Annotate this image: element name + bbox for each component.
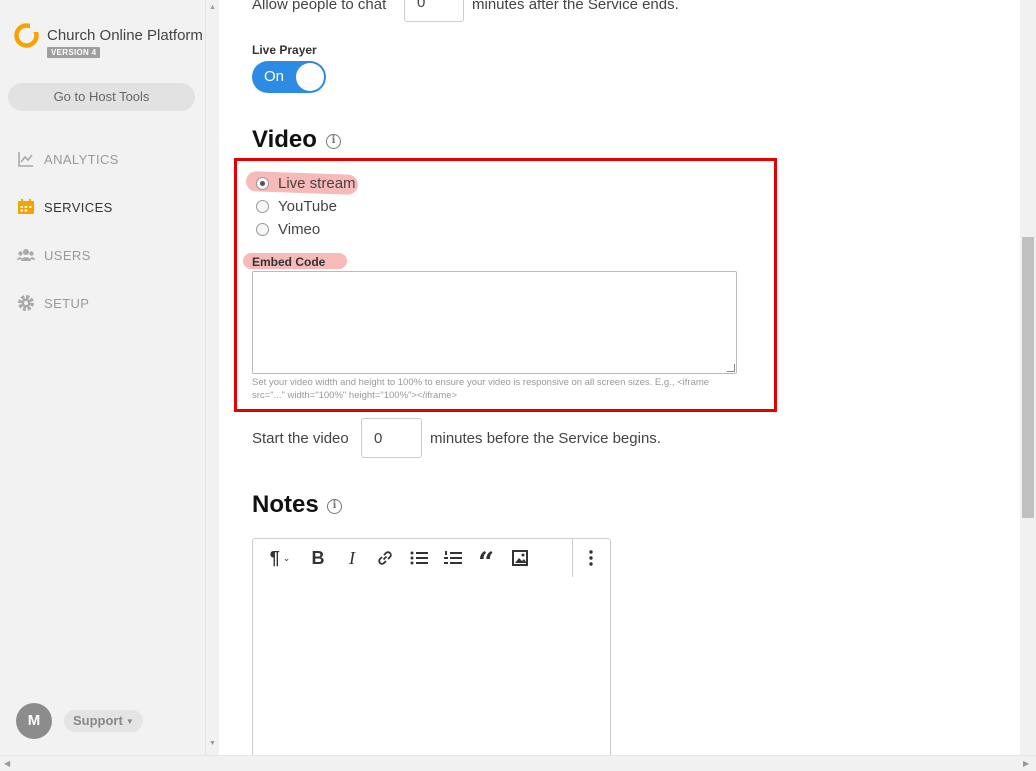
calendar-icon xyxy=(18,199,34,214)
embed-code-textarea[interactable] xyxy=(252,271,737,374)
chat-minutes-input[interactable]: 0 xyxy=(404,0,464,22)
page-scroll-thumb[interactable] xyxy=(1022,237,1034,518)
nav-label: USERS xyxy=(44,247,91,263)
support-label: Support xyxy=(73,713,123,728)
nav-item-users[interactable]: USERS xyxy=(17,245,91,265)
users-icon xyxy=(17,249,35,261)
link-icon[interactable] xyxy=(373,547,397,569)
radio-button[interactable] xyxy=(256,223,269,236)
radio-label: Vimeo xyxy=(278,221,321,238)
numbered-list-icon[interactable] xyxy=(442,547,464,569)
italic-icon[interactable]: I xyxy=(341,547,363,569)
scroll-left-icon[interactable]: ◀ xyxy=(4,759,10,768)
chat-suffix: minutes after the Service ends. xyxy=(472,0,679,13)
bold-icon[interactable]: B xyxy=(307,547,329,569)
live-prayer-toggle[interactable]: On xyxy=(252,61,326,93)
scroll-up-icon[interactable]: ▲ xyxy=(209,4,216,11)
start-video-minutes-input[interactable]: 0 xyxy=(361,418,422,458)
radio-button[interactable] xyxy=(256,177,269,190)
go-to-host-tools-button[interactable]: Go to Host Tools xyxy=(8,83,195,111)
resize-handle-icon[interactable] xyxy=(727,364,735,372)
embed-code-label: Embed Code xyxy=(252,255,326,269)
video-heading: Video xyxy=(252,126,317,153)
nav-label: SERVICES xyxy=(44,199,113,215)
notes-heading: Notes xyxy=(252,491,319,518)
info-icon[interactable]: i xyxy=(326,134,341,149)
version-badge: VERSION 4 xyxy=(47,47,101,58)
radio-button[interactable] xyxy=(256,200,269,213)
embed-code-hint: Set your video width and height to 100% … xyxy=(252,377,710,401)
start-video-suffix: minutes before the Service begins. xyxy=(430,430,661,447)
toggle-label: On xyxy=(264,68,285,85)
nav-label: SETUP xyxy=(44,295,90,311)
main-content: Allow people to chat 0 minutes after the… xyxy=(219,0,1020,755)
gear-icon xyxy=(18,295,34,311)
sidebar-scrollbar[interactable]: ▲ ▼ xyxy=(205,0,219,755)
brand-name: Church Online Platform xyxy=(47,27,203,44)
nav-item-analytics[interactable]: ANALYTICS xyxy=(17,149,119,169)
user-avatar[interactable]: M xyxy=(16,703,52,739)
scroll-right-icon[interactable]: ▶ xyxy=(1023,759,1029,768)
paragraph-format-icon[interactable]: ¶ ⌄ xyxy=(263,547,297,569)
page-horizontal-scrollbar[interactable]: ◀ ▶ xyxy=(0,755,1036,771)
more-options-icon[interactable] xyxy=(581,547,601,569)
notes-editor[interactable]: ¶ ⌄ B I “ xyxy=(252,538,611,755)
radio-label: Live stream xyxy=(278,175,356,192)
chat-prefix: Allow people to chat xyxy=(252,0,387,13)
blockquote-icon[interactable]: “ xyxy=(475,547,497,577)
scroll-down-icon[interactable]: ▼ xyxy=(209,740,216,747)
church-online-logo-icon xyxy=(14,23,39,48)
nav-label: ANALYTICS xyxy=(44,151,119,167)
radio-youtube[interactable]: YouTube xyxy=(256,198,337,215)
start-video-prefix: Start the video xyxy=(252,430,349,447)
support-dropdown[interactable]: Support ▼ xyxy=(64,710,143,732)
bullet-list-icon[interactable] xyxy=(408,547,430,569)
info-icon[interactable]: i xyxy=(327,499,342,514)
caret-down-icon: ▼ xyxy=(125,716,134,726)
nav-item-services[interactable]: SERVICES xyxy=(17,197,113,217)
radio-live-stream[interactable]: Live stream xyxy=(256,175,356,192)
live-prayer-label: Live Prayer xyxy=(252,43,317,57)
sidebar: Church Online Platform VERSION 4 Go to H… xyxy=(0,0,205,755)
analytics-icon xyxy=(18,152,33,167)
radio-label: YouTube xyxy=(278,198,337,215)
image-icon[interactable] xyxy=(509,547,531,569)
nav-item-setup[interactable]: SETUP xyxy=(17,293,89,313)
radio-vimeo[interactable]: Vimeo xyxy=(256,221,320,238)
toolbar-separator xyxy=(572,539,573,577)
toggle-knob xyxy=(296,63,324,91)
